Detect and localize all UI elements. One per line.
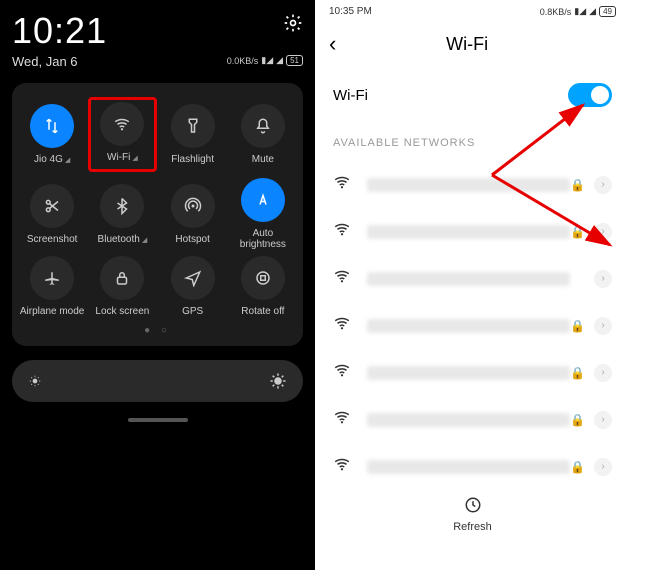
qs-tile-label: Lock screen: [95, 306, 149, 317]
qs-tile-airplane-mode[interactable]: Airplane mode: [18, 256, 86, 317]
qs-tile-jio-4g[interactable]: Jio 4G◢: [18, 97, 86, 172]
qs-tile-lock-screen[interactable]: Lock screen: [88, 256, 156, 317]
quick-settings-grid: Jio 4G◢ Wi-Fi◢ Flashlight Mute Screenshot Blu…: [12, 83, 303, 346]
lockscreen-header: 10:21 Wed, Jan 6 0.0KB/s ▮◢ ◢ 51: [12, 10, 303, 69]
qs-tile-label: Hotspot: [175, 234, 209, 245]
network-row[interactable]: 🔒›: [329, 161, 616, 208]
plane-icon[interactable]: [30, 256, 74, 300]
qs-tile-label: Bluetooth◢: [98, 234, 148, 245]
wifi-signal-icon: [333, 408, 353, 431]
flashlight-icon[interactable]: [171, 104, 215, 148]
qs-tile-label: Screenshot: [27, 234, 78, 245]
qs-tile-screenshot[interactable]: Screenshot: [18, 178, 86, 250]
qs-tile-gps[interactable]: GPS: [159, 256, 227, 317]
brightness-slider[interactable]: [12, 360, 303, 402]
chevron-right-icon[interactable]: ›: [594, 270, 612, 288]
qs-tile-label: Auto brightness: [229, 228, 297, 250]
rotate-icon[interactable]: [241, 256, 285, 300]
refresh-icon[interactable]: [464, 496, 482, 514]
qs-tile-label: Flashlight: [171, 154, 214, 165]
gps-icon[interactable]: [171, 256, 215, 300]
page-dots: ● ○: [18, 325, 297, 336]
status-bar: 10:35 PM 0.8KB/s ▮◢ ◢ 49: [329, 6, 616, 17]
lock-icon[interactable]: [100, 256, 144, 300]
bell-icon[interactable]: [241, 104, 285, 148]
wifi-signal-icon: [333, 267, 353, 290]
signal-icon: ◢: [276, 55, 283, 66]
qs-tile-label: Airplane mode: [20, 306, 84, 317]
network-name-blurred: [367, 413, 570, 427]
qs-tile-label: GPS: [182, 306, 203, 317]
qs-tile-rotate-off[interactable]: Rotate off: [229, 256, 297, 317]
qs-tile-label: Rotate off: [241, 306, 284, 317]
settings-gear-icon[interactable]: [283, 13, 303, 33]
wifi-signal-icon: [333, 361, 353, 384]
page-title: Wi-Fi: [344, 34, 590, 55]
qs-tile-flashlight[interactable]: Flashlight: [159, 97, 227, 172]
date: Wed, Jan 6: [12, 54, 107, 69]
network-row[interactable]: 🔒›: [329, 208, 616, 255]
chevron-right-icon[interactable]: ›: [594, 364, 612, 382]
wifi-signal-icon: [333, 173, 353, 196]
chevron-right-icon[interactable]: ›: [594, 176, 612, 194]
network-name-blurred: [367, 319, 570, 333]
qs-tile-wi-fi[interactable]: Wi-Fi◢: [88, 97, 156, 172]
auto-a-icon[interactable]: [241, 178, 285, 222]
qs-tile-label: Jio 4G◢: [34, 154, 70, 165]
lock-icon: 🔒: [570, 413, 584, 427]
home-indicator[interactable]: [128, 418, 188, 422]
qs-tile-bluetooth[interactable]: Bluetooth◢: [88, 178, 156, 250]
wifi-signal-icon: [333, 455, 353, 478]
wifi-settings-screen: 10:35 PM 0.8KB/s ▮◢ ◢ 49 ‹ Wi-Fi Wi-Fi A…: [315, 0, 630, 570]
network-name-blurred: [367, 366, 570, 380]
network-row[interactable]: 🔒›: [329, 443, 616, 490]
network-name-blurred: [367, 178, 570, 192]
qs-tile-label: Wi-Fi◢: [107, 152, 138, 163]
signal-icon: ◢: [589, 6, 596, 17]
data-speed: 0.0KB/s: [227, 56, 259, 66]
wifi-toggle-label: Wi-Fi: [333, 87, 368, 104]
qs-tile-hotspot[interactable]: Hotspot: [159, 178, 227, 250]
battery-indicator: 51: [286, 55, 303, 66]
lock-icon: 🔒: [570, 460, 584, 474]
chevron-right-icon[interactable]: ›: [594, 411, 612, 429]
quick-settings-panel: 10:21 Wed, Jan 6 0.0KB/s ▮◢ ◢ 51 Jio 4G◢…: [0, 0, 315, 570]
network-row[interactable]: 🔒›: [329, 349, 616, 396]
lock-icon: 🔒: [570, 178, 584, 192]
qs-tile-label: Mute: [252, 154, 274, 165]
brightness-low-icon: [28, 374, 42, 388]
wifi-signal-icon: [333, 220, 353, 243]
network-row[interactable]: 🔒›: [329, 396, 616, 443]
chevron-right-icon[interactable]: ›: [594, 223, 612, 241]
lock-icon: 🔒: [570, 366, 584, 380]
signal-icon: ▮◢: [574, 6, 586, 17]
lock-icon: 🔒: [570, 319, 584, 333]
brightness-high-icon: [269, 372, 287, 390]
clock: 10:21: [12, 10, 107, 52]
scissors-icon[interactable]: [30, 184, 74, 228]
network-name-blurred: [367, 272, 570, 286]
network-name-blurred: [367, 225, 570, 239]
lock-icon: 🔒: [570, 225, 584, 239]
status-time: 10:35 PM: [329, 6, 372, 17]
qs-tile-auto-brightness[interactable]: Auto brightness: [229, 178, 297, 250]
data-arrows-icon[interactable]: [30, 104, 74, 148]
refresh-label[interactable]: Refresh: [329, 521, 616, 533]
wifi-signal-icon: [333, 314, 353, 337]
qs-tile-mute[interactable]: Mute: [229, 97, 297, 172]
back-button[interactable]: ‹: [329, 31, 336, 57]
battery-indicator: 49: [599, 6, 616, 17]
data-speed: 0.8KB/s: [540, 7, 572, 17]
hotspot-icon[interactable]: [171, 184, 215, 228]
network-row[interactable]: ›: [329, 255, 616, 302]
network-name-blurred: [367, 460, 570, 474]
wifi-icon[interactable]: [100, 102, 144, 146]
signal-icon: ▮◢: [261, 55, 273, 66]
chevron-right-icon[interactable]: ›: [594, 317, 612, 335]
available-networks-header: AVAILABLE NETWORKS: [333, 137, 612, 149]
wifi-toggle[interactable]: [568, 83, 612, 107]
chevron-right-icon[interactable]: ›: [594, 458, 612, 476]
bluetooth-icon[interactable]: [100, 184, 144, 228]
network-row[interactable]: 🔒›: [329, 302, 616, 349]
